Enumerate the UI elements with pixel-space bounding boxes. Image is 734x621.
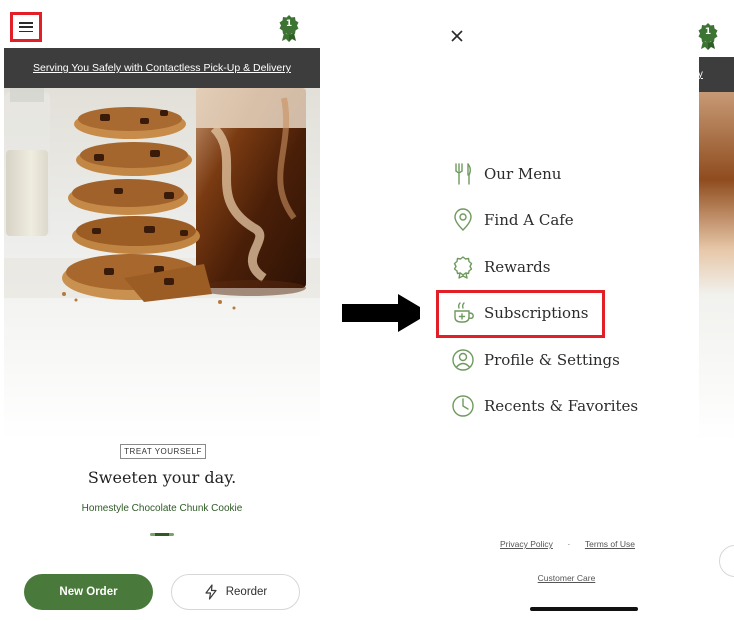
contactless-banner: Serving You Safely with Contactless Pick…	[4, 48, 320, 88]
peek-rewards-badge-count: 1	[704, 27, 712, 37]
reorder-button[interactable]: Reorder	[171, 574, 300, 610]
profile-icon	[452, 349, 474, 371]
subscriptions-highlight	[436, 290, 605, 338]
nav-item-rewards[interactable]: Rewards	[450, 252, 550, 282]
cookies-and-coffee-image	[4, 88, 320, 440]
nav-item-find-a-cafe[interactable]: Find A Cafe	[450, 205, 574, 235]
rewards-icon	[453, 256, 473, 279]
home-screen-peek: ery	[699, 0, 734, 621]
reorder-label: Reorder	[225, 586, 268, 598]
nav-item-recents-favorites[interactable]: Recents & Favorites	[450, 391, 638, 421]
new-order-button[interactable]: New Order	[24, 574, 153, 610]
home-screen: Serving You Safely with Contactless Pick…	[4, 0, 320, 621]
rewards-badge-count: 1	[285, 19, 293, 29]
legal-links: Privacy Policy · Terms of Use	[500, 539, 635, 549]
contactless-banner-link[interactable]: Serving You Safely with Contactless Pick…	[33, 62, 291, 74]
fork-knife-icon	[455, 163, 471, 185]
nav-item-profile-settings[interactable]: Profile & Settings	[450, 345, 620, 375]
home-indicator[interactable]	[530, 607, 638, 611]
link-separator: ·	[567, 539, 571, 549]
terms-of-use-link[interactable]: Terms of Use	[585, 539, 635, 549]
clock-icon	[452, 395, 474, 417]
carousel-indicator-active	[155, 533, 169, 536]
nav-label-our-menu: Our Menu	[484, 165, 562, 183]
map-pin-icon	[454, 208, 472, 231]
customer-care-link[interactable]: Customer Care	[500, 573, 633, 583]
nav-label-find-a-cafe: Find A Cafe	[484, 211, 574, 229]
privacy-policy-link[interactable]: Privacy Policy	[500, 539, 553, 549]
hamburger-menu-button[interactable]	[10, 12, 42, 42]
nav-label-rewards: Rewards	[484, 258, 551, 276]
close-menu-button[interactable]	[450, 28, 464, 42]
peek-banner: ery	[699, 57, 734, 92]
pointer-arrow-icon	[342, 294, 430, 332]
nav-label-profile-settings: Profile & Settings	[484, 351, 620, 369]
hamburger-icon	[19, 22, 33, 32]
hero-image	[4, 88, 320, 440]
promo-headline: Sweeten your day.	[87, 468, 237, 487]
lightning-bolt-icon	[205, 584, 217, 600]
peek-hero-image	[699, 92, 734, 442]
rewards-badge[interactable]: 1	[278, 14, 300, 42]
promo-product-name[interactable]: Homestyle Chocolate Chunk Cookie	[4, 503, 320, 514]
nav-item-our-menu[interactable]: Our Menu	[450, 159, 561, 189]
promo-tag: TREAT YOURSELF	[120, 444, 206, 459]
nav-label-recents-favorites: Recents & Favorites	[484, 397, 639, 415]
peek-rewards-badge[interactable]: 1	[697, 22, 719, 50]
close-icon	[451, 30, 463, 42]
new-order-label: New Order	[59, 586, 118, 598]
peek-reorder-button[interactable]	[719, 545, 734, 577]
peek-banner-text[interactable]: ery	[699, 69, 703, 80]
